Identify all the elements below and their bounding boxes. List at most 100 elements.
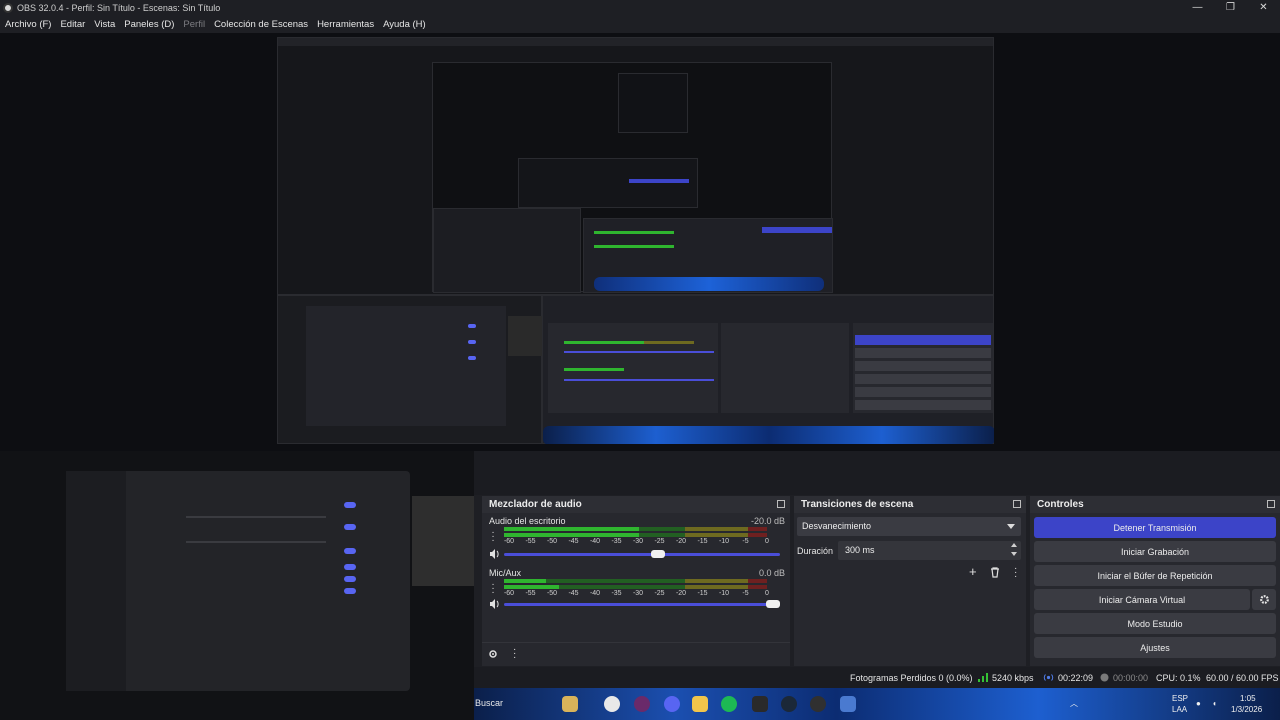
taskbar-search[interactable]: Buscar <box>475 698 503 708</box>
obs-taskbar-icon[interactable] <box>810 696 826 712</box>
level-meter <box>504 585 767 589</box>
undock-icon[interactable] <box>1267 500 1275 508</box>
settings-button[interactable]: Ajustes <box>1034 637 1276 658</box>
spotify-icon[interactable] <box>721 696 737 712</box>
nested-toggle <box>468 324 476 328</box>
speaker-icon[interactable] <box>489 549 500 559</box>
meter-tick-label: -35 <box>611 538 622 545</box>
trash-icon[interactable] <box>990 567 1000 578</box>
nested-capture-top <box>277 37 994 295</box>
menu-ayuda[interactable]: Ayuda (H) <box>383 19 426 30</box>
decrement-icon[interactable] <box>1011 552 1017 556</box>
meter-tick-label: -40 <box>589 590 601 597</box>
file-explorer-icon[interactable] <box>692 696 708 712</box>
epic-games-icon[interactable] <box>752 696 768 712</box>
meter-tick-label: -45 <box>568 590 579 597</box>
volume-slider[interactable] <box>504 550 780 558</box>
nested-obs-docks <box>542 295 994 444</box>
volume-slider-thumb[interactable] <box>766 600 780 608</box>
advanced-audio-icon[interactable] <box>488 649 498 659</box>
speaker-icon[interactable] <box>489 599 500 609</box>
scene-transitions-dock: Transiciones de escena Desvanecimiento D… <box>794 496 1026 666</box>
preview-canvas[interactable] <box>277 37 994 444</box>
channel-db: -20.0 dB <box>750 516 785 526</box>
browser-icon[interactable] <box>634 696 650 712</box>
menu-editar[interactable]: Editar <box>60 19 85 30</box>
widgets-icon[interactable] <box>562 696 578 712</box>
volume-slider[interactable] <box>504 600 780 608</box>
cpu-usage: CPU: 0.1% <box>1156 673 1201 683</box>
meter-tick-label: -40 <box>589 538 601 545</box>
chevron-down-icon <box>1007 524 1015 529</box>
minimize-button[interactable]: — <box>1181 0 1214 15</box>
nested-stop-button <box>629 179 689 183</box>
controls-title: Controles <box>1037 499 1084 510</box>
level-meter <box>504 579 767 583</box>
nested-mixer <box>548 323 718 413</box>
program-preview[interactable] <box>0 33 1280 451</box>
tray-chevron-icon[interactable]: ︿ <box>1070 698 1078 709</box>
menu-perfil: Perfil <box>183 18 206 30</box>
meter-tick-label: -30 <box>632 538 644 545</box>
nested-taskbar <box>594 277 824 291</box>
security-icon[interactable] <box>840 696 856 712</box>
nested-toggle <box>468 356 476 360</box>
steam-icon[interactable] <box>781 696 797 712</box>
transition-menu-icon[interactable]: · · · <box>1014 564 1017 582</box>
meter-tick-label: -10 <box>718 538 730 545</box>
start-virtual-camera-button[interactable]: Iniciar Cámara Virtual <box>1034 589 1250 610</box>
nested-capture-inner <box>432 62 833 293</box>
menu-bar: Archivo (F) Editar Vista Paneles (D) Per… <box>0 15 1280 33</box>
meter-tick-label: -30 <box>632 590 644 597</box>
close-button[interactable]: ✕ <box>1247 0 1280 15</box>
add-transition-icon[interactable]: + <box>969 564 977 579</box>
duration-label: Duración <box>797 546 834 556</box>
meter-tick-label: -55 <box>525 538 536 545</box>
nested-deep-capture <box>518 158 698 208</box>
channel-name: Mic/Aux <box>489 568 522 578</box>
language-code[interactable]: ESP <box>1172 694 1188 703</box>
meter-tick-label: -15 <box>697 538 708 545</box>
menu-paneles[interactable]: Paneles (D) <box>124 19 174 30</box>
stream-time: 00:22:09 <box>1058 673 1094 683</box>
mixer-menu-icon[interactable]: · · · <box>513 645 516 663</box>
virtual-camera-settings-button[interactable] <box>1252 589 1276 610</box>
clock-date[interactable]: 1/3/2026 <box>1231 705 1262 714</box>
transition-select[interactable]: Desvanecimiento <box>797 517 1021 536</box>
channel-menu-icon[interactable]: · · · <box>491 580 495 598</box>
clock-time[interactable]: 1:05 <box>1240 694 1256 703</box>
maximize-button[interactable]: ❐ <box>1214 0 1247 15</box>
nested-discord-window <box>433 208 581 293</box>
nested-settings-panel <box>306 306 506 426</box>
meter-tick-label: -45 <box>568 538 579 545</box>
volume-slider-thumb[interactable] <box>651 550 665 558</box>
stop-streaming-button[interactable]: Detener Transmisión <box>1034 517 1276 538</box>
increment-icon[interactable] <box>1011 543 1017 547</box>
duration-input[interactable]: 300 ms <box>838 541 1021 560</box>
meter-tick-label: -60 <box>503 538 515 545</box>
meter-tick-label: -35 <box>611 590 622 597</box>
menu-archivo[interactable]: Archivo (F) <box>5 19 51 30</box>
channel-menu-icon[interactable]: · · · <box>491 528 495 546</box>
bitrate: 5240 kbps <box>992 673 1034 683</box>
nested-deep-capture <box>618 73 688 133</box>
start-recording-button[interactable]: Iniciar Grabación <box>1034 541 1276 562</box>
menu-coleccion-escenas[interactable]: Colección de Escenas <box>214 19 308 30</box>
volume-icon[interactable]: ◖ <box>1212 699 1217 708</box>
microphone-icon[interactable]: ● <box>1196 699 1201 708</box>
start-replay-buffer-button[interactable]: Iniciar el Búfer de Repetición <box>1034 565 1276 586</box>
controls-dock: Controles Detener Transmisión Iniciar Gr… <box>1030 496 1280 666</box>
discord-icon[interactable] <box>664 696 680 712</box>
gear-icon <box>1259 595 1269 604</box>
menu-vista[interactable]: Vista <box>94 19 115 30</box>
keyboard-layout[interactable]: LAA <box>1172 705 1187 714</box>
nested-discord-capture <box>277 295 543 444</box>
undock-icon[interactable] <box>1013 500 1021 508</box>
audio-mixer-dock: Mezclador de audio Audio del escritorio … <box>482 496 790 666</box>
undock-icon[interactable] <box>777 500 785 508</box>
menu-herramientas[interactable]: Herramientas <box>317 19 374 30</box>
chrome-icon[interactable] <box>604 696 620 712</box>
meter-tick-label: -50 <box>546 590 558 597</box>
studio-mode-button[interactable]: Modo Estudio <box>1034 613 1276 634</box>
level-meter <box>504 533 767 537</box>
